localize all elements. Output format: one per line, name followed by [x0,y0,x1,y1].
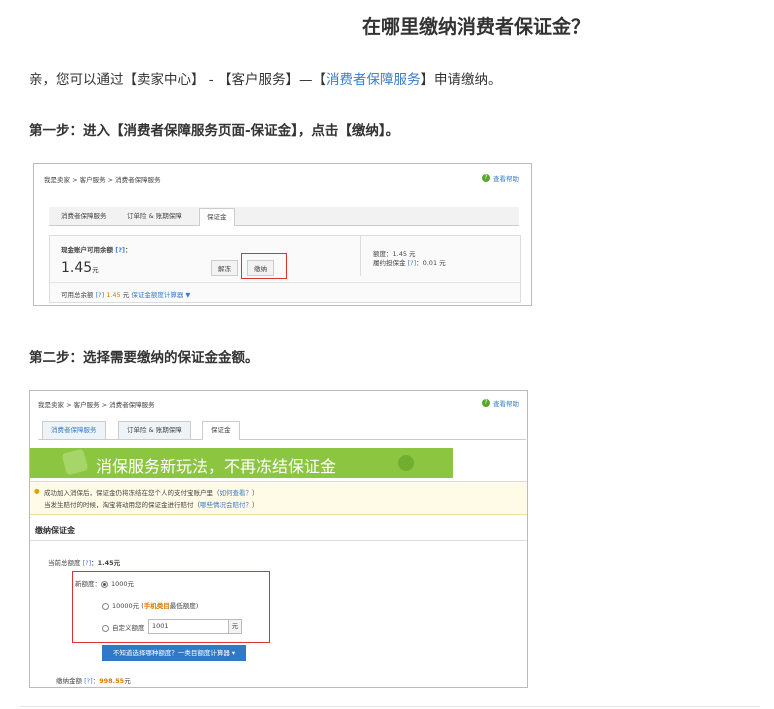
available-balance: 可用总余额 [?] 1.45 元 保证金额度计算器 ▼ [61,291,191,299]
radio-custom[interactable] [102,624,109,632]
help-link[interactable]: ? 查看帮助 [482,173,519,183]
help-icon: ? [482,174,490,182]
compensation-cases-link[interactable]: 哪些情况会赔付？ [200,501,252,509]
banner-decoration-icon [61,448,89,476]
divider [360,236,361,276]
deposit-panel: 现金账户可用余额 [?]： 1.45元 解冻 缴纳 额度：1.45 元 履约担保… [49,235,521,303]
notice-line-2: 当发生赔付的时候，淘宝将动用您的保证金进行赔付（哪些情况会赔付？） [44,501,259,509]
tab-consumer-protection[interactable]: 消费者保障服务 [42,421,106,439]
consumer-protection-link[interactable]: 消费者保障服务 [326,72,421,88]
yuan-unit: 元 [228,619,242,634]
radio-10000[interactable] [102,602,109,610]
radio-1000[interactable] [101,580,108,588]
highlight-box [241,253,287,279]
breadcrumb: 我是卖家 > 客户服务 > 消费者保障服务 [38,401,155,409]
notice-box: ● 成功加入消保后，保证金仍将冻结在您个人的支付宝账户里（如何查看？） 当发生赔… [30,481,527,515]
screenshot-deposit-form: 我是卖家 > 客户服务 > 消费者保障服务 ? 查看帮助 消费者保障服务 订单险 … [29,390,528,688]
help-icon: ? [482,399,490,407]
divider [30,540,527,541]
calculator-link[interactable]: 保证金额度计算器 ▼ [131,291,190,299]
banner-text: 消保服务新玩法，不再冻结保证金 [96,457,337,476]
how-to-check-link[interactable]: 如何查看？ [220,489,253,497]
notice-line-1: 成功加入消保后，保证金仍将冻结在您个人的支付宝账户里（如何查看？） [44,489,259,497]
pay-amount: 缴纳金额 [?]：998.55元 [56,677,131,685]
breadcrumb: 我是卖家 > 客户服务 > 消费者保障服务 [44,176,161,184]
occupied-text: 履约担保金 [?]：0.01 元 [373,259,446,267]
banner-coin-icon [398,455,414,471]
custom-quota-input[interactable]: 1001 [148,619,231,634]
tab-bar: 消费者保障服务 订单险 & 账期保障 保证金 [38,421,526,440]
cash-balance-value: 1.45元 [61,260,99,276]
step2-heading: 第二步：选择需要缴纳的保证金金额。 [29,350,259,366]
tab-deposit[interactable]: 保证金 [202,421,240,440]
option-custom: 自定义额度 [102,622,145,632]
intro-paragraph: 亲，您可以通过【卖家中心】 - 【客户服务】—【消费者保障服务】申请缴纳。 [29,68,501,88]
tab-deposit[interactable]: 保证金 [199,208,235,226]
tab-order-insurance[interactable]: 订单险 & 账期保障 [118,421,191,439]
unfreeze-button[interactable]: 解冻 [211,260,238,276]
question-link[interactable]: [?] [115,246,125,254]
intro-prefix: 亲，您可以通过【卖家中心】 - 【客户服务】—【 [29,72,326,88]
screenshot-deposit-page: 我是卖家 > 客户服务 > 消费者保障服务 ? 查看帮助 消费者保障服务 订单险 … [33,163,532,306]
promo-banner: 消保服务新玩法，不再冻结保证金 [30,448,453,478]
tip-icon: ● [34,487,40,495]
intro-suffix: 】申请缴纳。 [420,72,502,88]
step1-heading: 第一步：进入【消费者保障服务页面-保证金】，点击【缴纳】。 [29,123,400,139]
help-link[interactable]: ? 查看帮助 [482,398,519,408]
section-title: 缴纳保证金 [35,526,75,535]
tab-bar: 消费者保障服务 订单险 & 账期保障 保证金 [49,207,519,226]
tab-order-insurance[interactable]: 订单险 & 账期保障 [127,210,182,220]
quota-calculator-button[interactable]: 不知道选择哪种额度？一类目额度计算器 ▾ [102,645,246,661]
new-quota-row: 新额度： 1000元 [75,580,135,588]
cash-balance-label: 现金账户可用余额 [?]： [61,246,132,254]
tab-consumer-protection[interactable]: 消费者保障服务 [61,210,107,220]
option-10000: 10000元 (手机类目最低额度) [102,600,198,610]
bottom-divider [20,706,760,707]
divider [50,282,520,283]
current-quota: 当前总额度 [?]：1.45元 [48,559,121,567]
chevron-down-icon: ▾ [231,649,236,657]
